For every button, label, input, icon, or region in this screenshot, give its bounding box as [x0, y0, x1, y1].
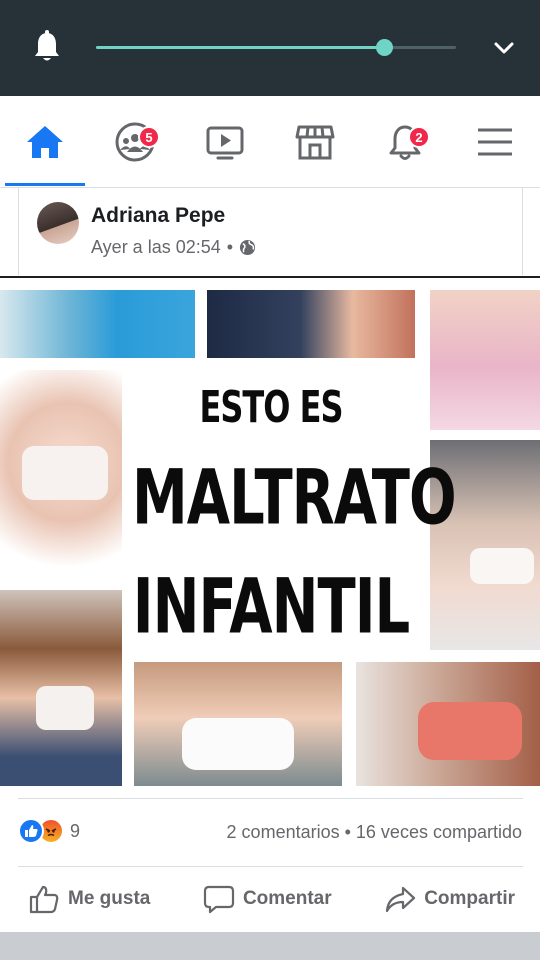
like-button[interactable]: Me gusta: [28, 883, 150, 915]
share-label: Compartir: [424, 888, 515, 909]
photo-tile: [134, 662, 342, 786]
reactions-summary[interactable]: 9: [18, 818, 80, 844]
media-notification-bar: [0, 0, 540, 96]
reaction-count: 9: [70, 820, 81, 841]
meta-separator: •: [226, 237, 234, 257]
headline-line-3: INFANTIL: [132, 563, 410, 652]
like-label: Me gusta: [68, 888, 151, 909]
comment-button[interactable]: Comentar: [203, 883, 332, 915]
hamburger-icon: [478, 128, 512, 155]
post-image[interactable]: ESTO ES MALTRATO INFANTIL: [0, 276, 540, 800]
like-reaction-icon: [18, 818, 44, 844]
image-headline: ESTO ES MALTRATO INFANTIL: [132, 381, 457, 651]
share-button[interactable]: Compartir: [384, 883, 515, 915]
tab-menu[interactable]: [450, 96, 540, 187]
post-author[interactable]: Adriana Pepe: [91, 204, 225, 228]
feed-separator: [0, 932, 540, 960]
tab-home[interactable]: [0, 96, 90, 187]
comment-label: Comentar: [242, 888, 332, 909]
photo-tile: [0, 290, 195, 358]
divider: [18, 798, 523, 799]
post-stats[interactable]: 2 comentarios • 16 veces compartido: [227, 822, 522, 843]
divider: [18, 866, 523, 867]
avatar[interactable]: [37, 202, 79, 244]
photo-tile: [430, 290, 540, 430]
video-icon: [206, 126, 244, 159]
bell-icon[interactable]: [33, 30, 61, 64]
globe-icon: [240, 239, 256, 256]
tab-groups[interactable]: 5: [90, 96, 180, 187]
tab-notifications[interactable]: 2: [360, 96, 450, 187]
tab-watch[interactable]: [180, 96, 270, 187]
main-navigation: 5 2: [0, 96, 540, 188]
photo-tile: [0, 370, 122, 575]
home-icon: [27, 125, 63, 158]
tab-marketplace[interactable]: [270, 96, 360, 187]
thumbs-up-icon: [29, 885, 59, 914]
groups-badge: 5: [138, 126, 160, 148]
photo-tile: [0, 590, 122, 786]
progress-fill: [96, 46, 384, 49]
headline-line-1: ESTO ES: [199, 381, 344, 433]
chevron-down-icon[interactable]: [492, 38, 516, 58]
active-tab-indicator: [5, 183, 85, 186]
share-icon: [386, 886, 416, 913]
photo-tile: [356, 662, 540, 786]
headline-line-2: MALTRATO: [132, 454, 457, 543]
post-meta: Ayer a las 02:54 •: [91, 237, 256, 258]
comment-icon: [203, 885, 235, 914]
progress-thumb[interactable]: [376, 39, 393, 56]
progress-slider[interactable]: [96, 39, 456, 56]
post-header: Adriana Pepe Ayer a las 02:54 •: [18, 188, 523, 275]
notifications-badge: 2: [408, 126, 430, 148]
store-icon: [295, 125, 335, 159]
post-timestamp[interactable]: Ayer a las 02:54: [91, 237, 221, 258]
photo-tile: [207, 290, 415, 358]
post-actions: Me gusta Comentar Compartir: [18, 868, 523, 930]
